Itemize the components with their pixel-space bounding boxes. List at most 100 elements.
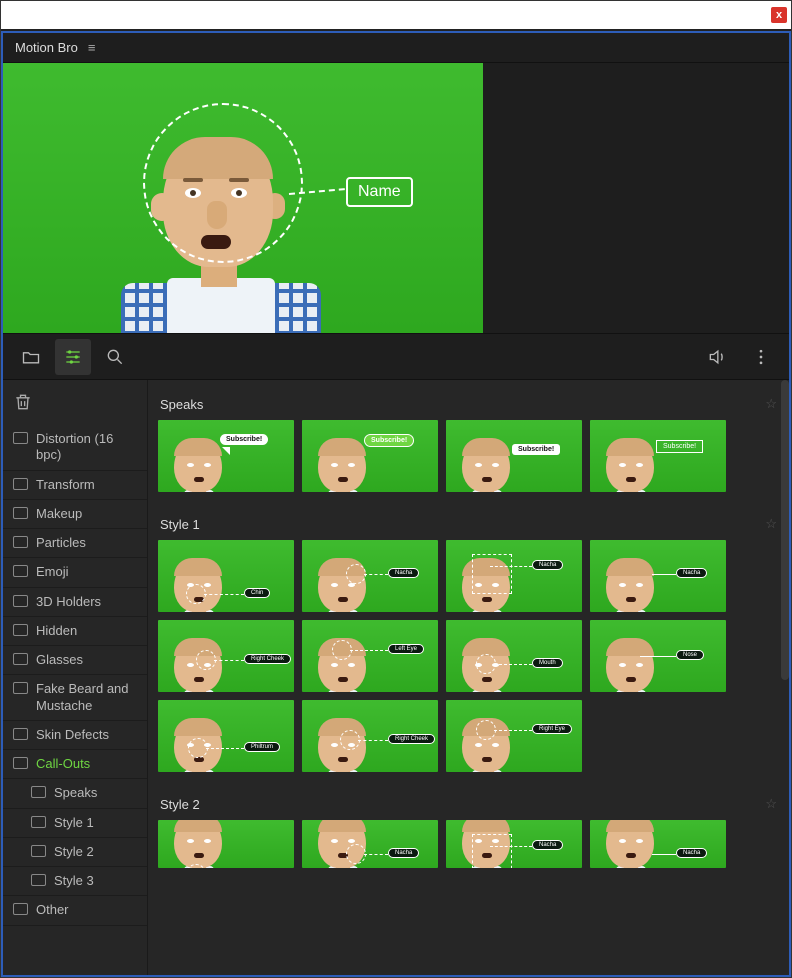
favorite-button[interactable]: ☆ xyxy=(765,396,777,412)
preset-thumbnail[interactable]: Nacha xyxy=(446,540,582,612)
category-label: Speaks xyxy=(54,785,97,801)
preset-thumbnail[interactable]: Right Cheek xyxy=(158,620,294,692)
preset-thumbnail[interactable]: Nacha xyxy=(590,820,726,868)
section-header: Speaks ☆ xyxy=(158,390,779,420)
preset-thumbnail[interactable]: Nacha xyxy=(590,540,726,612)
section-header: Style 2 ☆ xyxy=(158,790,779,820)
sidebar-category[interactable]: Style 3 xyxy=(3,867,147,896)
category-label: Makeup xyxy=(36,506,82,522)
callout-label: Name xyxy=(346,177,413,207)
section-title: Style 1 xyxy=(160,517,200,532)
sidebar-category[interactable]: Style 2 xyxy=(3,838,147,867)
trash-icon xyxy=(13,392,33,412)
preview-image: Name xyxy=(3,63,483,333)
sidebar-category[interactable]: Transform xyxy=(3,471,147,500)
favorite-button[interactable]: ☆ xyxy=(765,796,777,812)
favorite-button[interactable]: ☆ xyxy=(765,516,777,532)
more-vertical-icon xyxy=(751,347,771,367)
sidebar-category[interactable]: Fake Beard and Mustache xyxy=(3,675,147,721)
sidebar: Distortion (16 bpc) Transform Makeup Partic… xyxy=(3,380,148,975)
folder-icon xyxy=(13,903,28,915)
preview-area: Name xyxy=(3,63,789,333)
content-area[interactable]: Speaks☆Subscribe!Subscribe!Subscribe!Sub… xyxy=(148,380,789,975)
content-scrollbar[interactable] xyxy=(781,380,789,680)
preset-thumbnail[interactable]: Nacha xyxy=(446,820,582,868)
close-button[interactable]: x xyxy=(771,7,787,23)
panel-header: Motion Bro ≡ xyxy=(3,33,789,63)
more-button[interactable] xyxy=(743,339,779,375)
search-button[interactable] xyxy=(97,339,133,375)
sidebar-category[interactable]: Glasses xyxy=(3,646,147,675)
category-label: Distortion (16 bpc) xyxy=(36,431,137,464)
category-label: Emoji xyxy=(36,564,69,580)
folder-button[interactable] xyxy=(13,339,49,375)
preset-thumbnail[interactable]: Subscribe! xyxy=(590,420,726,492)
sidebar-category[interactable]: Other xyxy=(3,896,147,925)
preset-thumbnail[interactable]: Philtrum xyxy=(158,700,294,772)
folder-icon xyxy=(21,347,41,367)
filter-button[interactable] xyxy=(55,339,91,375)
volume-icon xyxy=(707,347,727,367)
category-label: Transform xyxy=(36,477,95,493)
preset-thumbnail[interactable]: Subscribe! xyxy=(302,420,438,492)
category-label: Particles xyxy=(36,535,86,551)
preset-thumbnail[interactable]: Mouth xyxy=(446,620,582,692)
category-label: Other xyxy=(36,902,69,918)
sidebar-category[interactable]: Style 1 xyxy=(3,809,147,838)
preset-thumbnail[interactable]: Right Eye xyxy=(446,700,582,772)
preset-thumbnail[interactable]: Nose xyxy=(590,620,726,692)
sidebar-category[interactable]: Call-Outs xyxy=(3,750,147,779)
folder-icon xyxy=(13,757,28,769)
preset-thumbnail[interactable]: Nacha xyxy=(302,820,438,868)
sidebar-category[interactable]: Makeup xyxy=(3,500,147,529)
category-label: Call-Outs xyxy=(36,756,90,772)
section-title: Style 2 xyxy=(160,797,200,812)
sliders-icon xyxy=(63,347,83,367)
preset-thumbnail[interactable]: Right Cheek xyxy=(302,700,438,772)
toolbar xyxy=(3,333,789,379)
thumbnail-grid: ChinNachaNachaNachaRight CheekLeft EyeMo… xyxy=(158,540,779,772)
volume-button[interactable] xyxy=(699,339,735,375)
folder-icon xyxy=(13,682,28,694)
sidebar-category[interactable]: Emoji xyxy=(3,558,147,587)
preset-thumbnail[interactable]: Chin xyxy=(158,820,294,868)
folder-icon xyxy=(13,595,28,607)
sidebar-category[interactable]: Distortion (16 bpc) xyxy=(3,425,147,471)
category-label: 3D Holders xyxy=(36,594,101,610)
preset-thumbnail[interactable]: Subscribe! xyxy=(158,420,294,492)
folder-icon xyxy=(13,478,28,490)
motion-bro-panel: Motion Bro ≡ xyxy=(1,31,791,977)
callout-circle xyxy=(143,103,303,263)
folder-icon xyxy=(31,874,46,886)
main-area: Distortion (16 bpc) Transform Makeup Partic… xyxy=(3,379,789,975)
category-label: Fake Beard and Mustache xyxy=(36,681,137,714)
category-label: Style 3 xyxy=(54,873,94,889)
folder-icon xyxy=(13,507,28,519)
preset-thumbnail[interactable]: Nacha xyxy=(302,540,438,612)
category-label: Hidden xyxy=(36,623,77,639)
preset-thumbnail[interactable]: Left Eye xyxy=(302,620,438,692)
folder-icon xyxy=(13,728,28,740)
preset-thumbnail[interactable]: Chin xyxy=(158,540,294,612)
preset-thumbnail[interactable]: Subscribe! xyxy=(446,420,582,492)
folder-icon xyxy=(31,845,46,857)
folder-icon xyxy=(13,432,28,444)
sidebar-category[interactable]: Speaks xyxy=(3,779,147,808)
panel-menu-icon[interactable]: ≡ xyxy=(88,40,96,55)
sidebar-category[interactable]: 3D Holders xyxy=(3,588,147,617)
folder-icon xyxy=(13,653,28,665)
folder-icon xyxy=(31,816,46,828)
section-header: Style 1 ☆ xyxy=(158,510,779,540)
trash-button[interactable] xyxy=(3,386,147,425)
search-icon xyxy=(105,347,125,367)
window-topbar: x xyxy=(1,1,791,31)
section-title: Speaks xyxy=(160,397,203,412)
folder-icon xyxy=(13,565,28,577)
sidebar-category[interactable]: Skin Defects xyxy=(3,721,147,750)
folder-icon xyxy=(13,536,28,548)
category-label: Style 2 xyxy=(54,844,94,860)
folder-icon xyxy=(31,786,46,798)
sidebar-category[interactable]: Particles xyxy=(3,529,147,558)
thumbnail-grid: Subscribe!Subscribe!Subscribe!Subscribe! xyxy=(158,420,779,492)
sidebar-category[interactable]: Hidden xyxy=(3,617,147,646)
